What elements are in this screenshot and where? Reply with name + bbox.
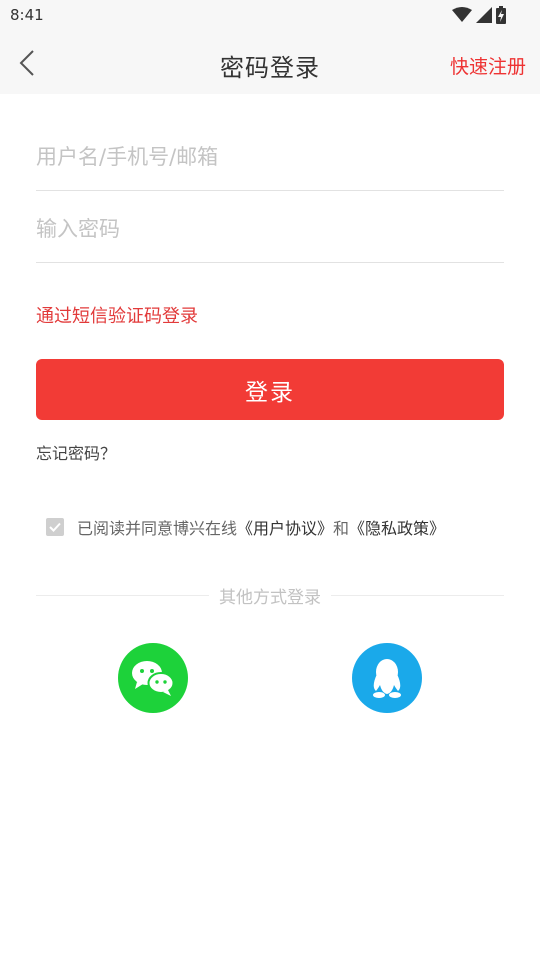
- other-login-divider: 其他方式登录: [36, 583, 504, 608]
- password-field-container: [36, 192, 504, 263]
- signal-icon: [476, 7, 492, 23]
- status-bar: 8:41: [0, 0, 540, 32]
- agreement-and: 和: [333, 519, 350, 538]
- agreement-checkbox[interactable]: [46, 518, 64, 536]
- quick-register-link[interactable]: 快速注册: [450, 52, 526, 79]
- qq-login-button[interactable]: [352, 643, 422, 713]
- divider-line-right: [331, 594, 504, 596]
- agreement-row: 已阅读并同意博兴在线 《用户协议》 和 《隐私政策》: [46, 515, 445, 539]
- other-login-label: 其他方式登录: [219, 587, 321, 608]
- status-icons: [452, 6, 506, 24]
- status-time: 8:41: [10, 6, 44, 24]
- agreement-text: 已阅读并同意博兴在线: [77, 519, 238, 538]
- sms-login-link[interactable]: 通过短信验证码登录: [36, 302, 198, 328]
- privacy-policy-link[interactable]: 《隐私政策》: [349, 515, 445, 539]
- username-input[interactable]: [36, 120, 504, 190]
- nav-bar: 密码登录 快速注册: [0, 32, 540, 94]
- wechat-login-button[interactable]: [118, 643, 188, 713]
- user-agreement-link[interactable]: 《用户协议》: [237, 515, 333, 539]
- qq-icon: [373, 659, 401, 698]
- forgot-password-link[interactable]: 忘记密码？: [36, 440, 116, 464]
- username-field-container: [36, 120, 504, 191]
- password-input[interactable]: [36, 192, 504, 262]
- divider-line-left: [36, 594, 209, 596]
- check-icon: [49, 522, 61, 532]
- battery-icon: [496, 6, 506, 24]
- wifi-icon: [452, 7, 472, 22]
- wechat-icon: [132, 661, 175, 696]
- login-button[interactable]: 登录: [36, 359, 504, 420]
